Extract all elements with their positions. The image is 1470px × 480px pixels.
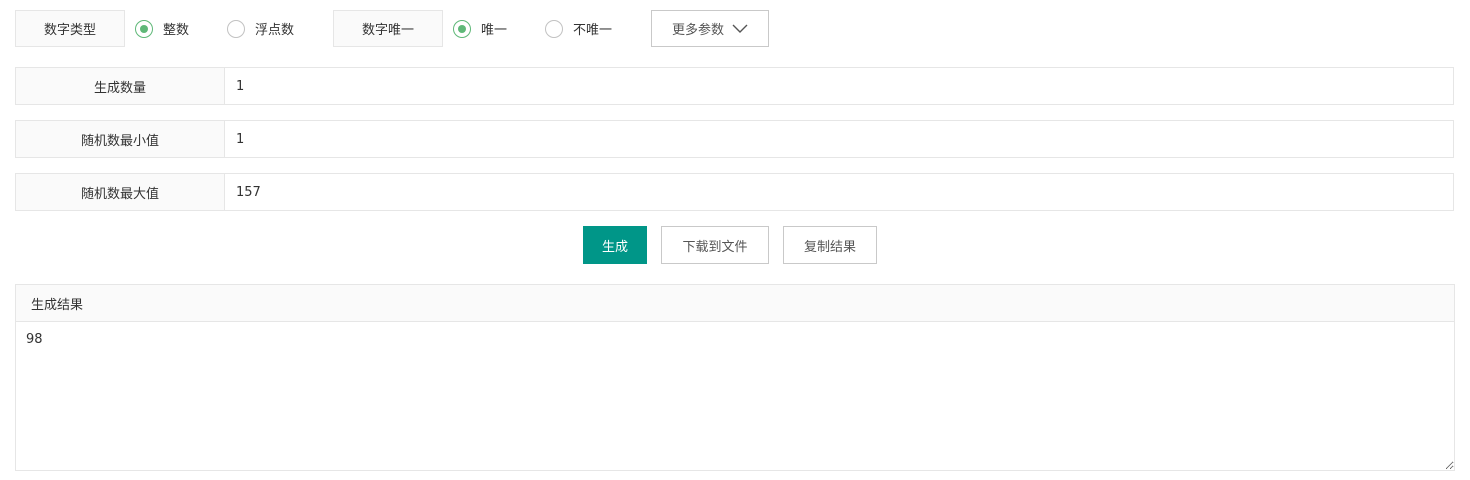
- copy-result-button[interactable]: 复制结果: [783, 226, 877, 264]
- options-row: 数字类型 整数 浮点数 数字唯一 唯一 不唯一 更多参数: [15, 10, 775, 47]
- radio-checked-icon: [453, 19, 471, 38]
- action-bar: 生成 下载到文件 复制结果: [0, 226, 1470, 264]
- radio-integer-label: 整数: [163, 23, 190, 38]
- result-textarea[interactable]: 98: [16, 322, 1454, 470]
- radio-float-label: 浮点数: [255, 23, 295, 38]
- more-params-button[interactable]: 更多参数: [651, 10, 769, 47]
- radio-unique[interactable]: 唯一: [453, 10, 507, 47]
- radio-checked-icon: [135, 19, 153, 38]
- download-button[interactable]: 下载到文件: [661, 226, 769, 264]
- chevron-down-icon: [732, 24, 748, 34]
- radio-not-unique[interactable]: 不唯一: [545, 10, 612, 47]
- min-input[interactable]: [225, 121, 1453, 157]
- count-field-row: 生成数量: [15, 67, 1454, 105]
- count-input[interactable]: [225, 68, 1453, 104]
- more-params-label: 更多参数: [671, 23, 724, 38]
- radio-unchecked-icon: [227, 19, 245, 38]
- min-field-row: 随机数最小值: [15, 120, 1454, 158]
- max-label: 随机数最大值: [16, 174, 225, 210]
- max-field-row: 随机数最大值: [15, 173, 1454, 211]
- result-title: 生成结果: [16, 285, 1454, 322]
- result-panel: 生成结果 98: [15, 284, 1455, 471]
- max-input[interactable]: [225, 174, 1453, 210]
- radio-not-unique-label: 不唯一: [573, 23, 613, 38]
- number-type-label: 数字类型: [15, 10, 125, 47]
- count-label: 生成数量: [16, 68, 225, 104]
- radio-float[interactable]: 浮点数: [227, 10, 294, 47]
- radio-integer[interactable]: 整数: [135, 10, 189, 47]
- generate-button[interactable]: 生成: [583, 226, 647, 264]
- radio-unchecked-icon: [545, 19, 563, 38]
- radio-unique-label: 唯一: [481, 23, 508, 38]
- unique-label: 数字唯一: [333, 10, 443, 47]
- min-label: 随机数最小值: [16, 121, 225, 157]
